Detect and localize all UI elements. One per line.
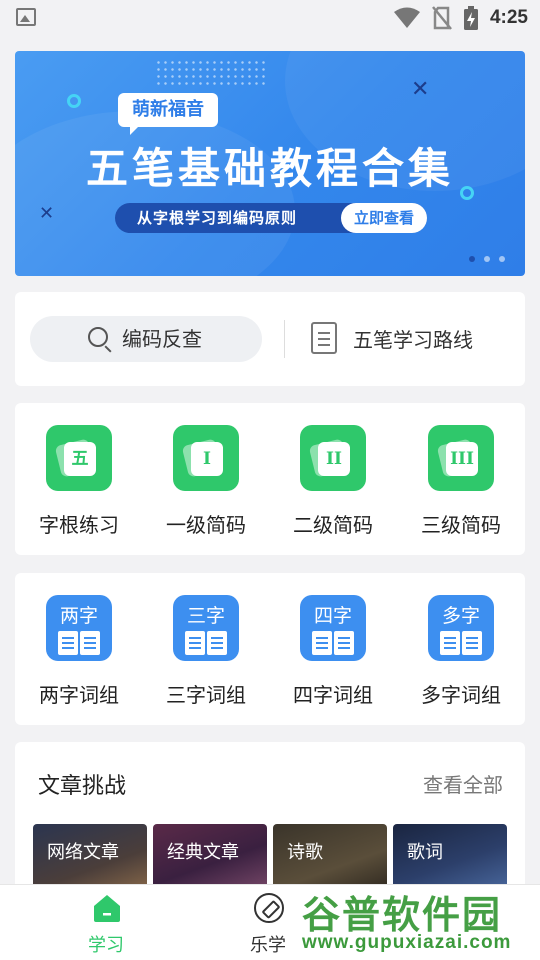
ring-decoration-icon bbox=[67, 94, 81, 108]
search-icon bbox=[88, 327, 108, 347]
image-notification-icon bbox=[16, 8, 36, 26]
banner-dots-decoration bbox=[155, 59, 265, 87]
level1-code-icon: I bbox=[173, 425, 239, 491]
code-lookup-label: 编码反查 bbox=[122, 327, 202, 351]
status-icons: 4:25 bbox=[393, 6, 528, 30]
site-watermark-logo: 谷普软件园 www.gupuxiazai.com bbox=[296, 884, 540, 960]
level2-code-icon: II bbox=[300, 425, 366, 491]
promo-banner[interactable]: ✕ ✕ 萌新福音 五笔基础教程合集 从字根学习到编码原则 立即查看 bbox=[15, 51, 525, 276]
grid-item-level2-code[interactable]: II 二级简码 bbox=[269, 425, 397, 545]
banner-title: 五笔基础教程合集 bbox=[85, 144, 454, 193]
grid-item-label: 字根练习 bbox=[39, 513, 119, 537]
page-dot bbox=[499, 256, 505, 262]
grid-item-four-char-words[interactable]: 四字 四字词组 bbox=[269, 595, 397, 715]
radical-practice-icon: 五 bbox=[46, 425, 112, 491]
grid-item-radical-practice[interactable]: 五 字根练习 bbox=[15, 425, 143, 545]
grid-item-level3-code[interactable]: III 三级简码 bbox=[397, 425, 525, 545]
article-tile-label: 网络文章 bbox=[47, 842, 119, 863]
no-sim-icon bbox=[432, 6, 452, 30]
learning-route-label: 五笔学习路线 bbox=[353, 328, 473, 352]
home-icon bbox=[94, 895, 120, 922]
book-icon: 两字 bbox=[46, 595, 112, 661]
nav-label: 学习 bbox=[88, 935, 124, 956]
grid-item-two-char-words[interactable]: 两字 两字词组 bbox=[15, 595, 143, 715]
banner-page-indicator bbox=[469, 256, 505, 262]
page-dot bbox=[469, 256, 475, 262]
book-icon: 四字 bbox=[300, 595, 366, 661]
grid-item-label: 多字词组 bbox=[421, 683, 501, 707]
grid-item-label: 二级简码 bbox=[293, 513, 373, 537]
grid-item-three-char-words[interactable]: 三字 三字词组 bbox=[142, 595, 270, 715]
grid-item-multi-char-words[interactable]: 多字 多字词组 bbox=[397, 595, 525, 715]
wifi-icon bbox=[393, 7, 420, 28]
status-time: 4:25 bbox=[489, 7, 528, 28]
grid-item-label: 两字词组 bbox=[39, 683, 119, 707]
practice-grid: 五 字根练习 I 一级简码 II 二级简码 III 三级简码 bbox=[15, 403, 525, 555]
tools-card: 编码反查 五笔学习路线 bbox=[15, 292, 525, 386]
banner-subtitle: 从字根学习到编码原则 bbox=[137, 209, 298, 227]
nav-tab-study[interactable]: 学习 bbox=[46, 885, 166, 960]
article-challenge-section: 文章挑战 查看全部 网络文章 经典文章 诗歌 歌词 bbox=[15, 742, 525, 902]
cross-decoration-icon: ✕ bbox=[39, 203, 55, 224]
view-now-button[interactable]: 立即查看 bbox=[341, 203, 427, 233]
banner-subtitle-pill: 从字根学习到编码原则 立即查看 bbox=[115, 203, 427, 233]
code-lookup-button[interactable]: 编码反查 bbox=[30, 316, 262, 362]
compass-icon bbox=[254, 893, 284, 923]
grid-item-label: 三级简码 bbox=[421, 513, 501, 537]
grid-item-label: 三字词组 bbox=[166, 683, 246, 707]
view-all-link[interactable]: 查看全部 bbox=[423, 769, 503, 798]
article-tile-label: 歌词 bbox=[407, 842, 443, 863]
article-tile-label: 经典文章 bbox=[167, 842, 239, 863]
grid-item-label: 一级简码 bbox=[166, 513, 246, 537]
page-dot bbox=[484, 256, 490, 262]
book-icon: 三字 bbox=[173, 595, 239, 661]
banner-tag: 萌新福音 bbox=[118, 93, 218, 135]
section-title: 文章挑战 bbox=[38, 774, 127, 799]
grid-item-label: 四字词组 bbox=[293, 683, 373, 707]
watermark-url: www.gupuxiazai.com bbox=[302, 932, 512, 953]
watermark-text: 谷普软件园 bbox=[302, 893, 503, 937]
divider bbox=[284, 320, 285, 358]
battery-charging-icon bbox=[463, 6, 478, 30]
document-icon bbox=[311, 322, 337, 354]
book-icon: 多字 bbox=[428, 595, 494, 661]
status-bar: 4:25 bbox=[0, 0, 540, 36]
grid-item-level1-code[interactable]: I 一级简码 bbox=[142, 425, 270, 545]
level3-code-icon: III bbox=[428, 425, 494, 491]
article-tile-label: 诗歌 bbox=[287, 842, 323, 863]
cross-decoration-icon: ✕ bbox=[411, 77, 430, 102]
word-phrase-grid: 两字 两字词组 三字 三字词组 四字 四字词组 多字 多字词组 bbox=[15, 573, 525, 725]
